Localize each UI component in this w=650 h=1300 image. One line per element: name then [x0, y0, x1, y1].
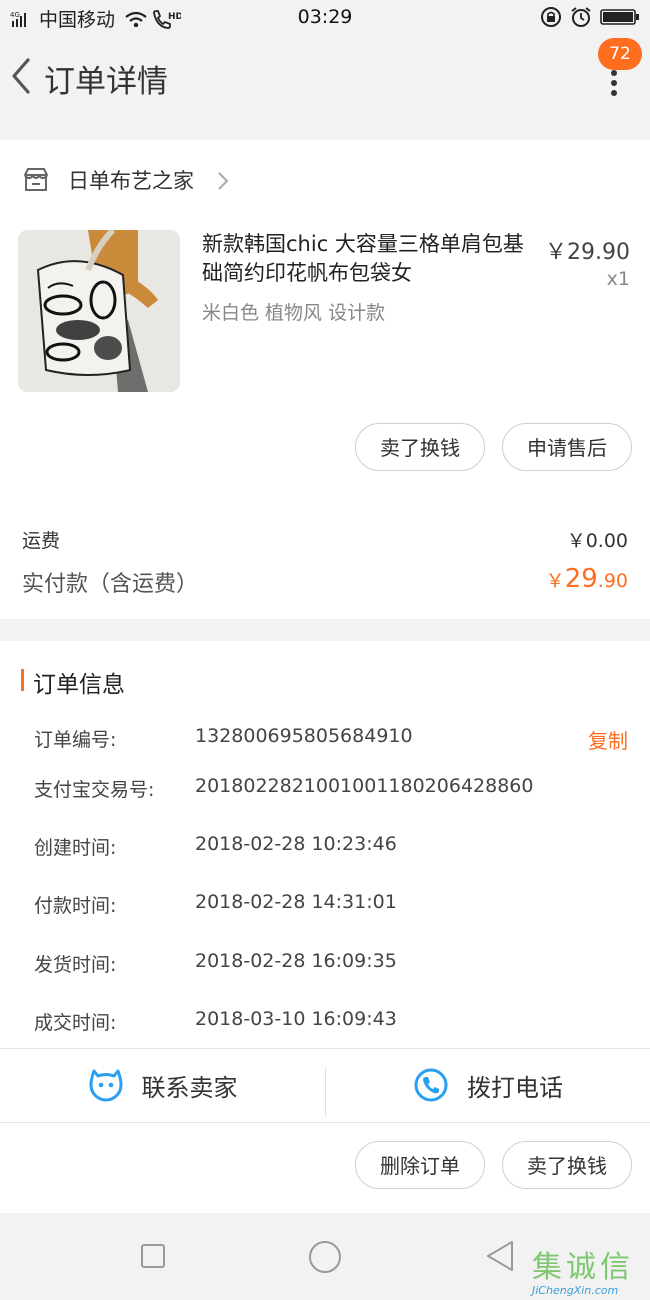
order-number-label: 订单编号: [34, 729, 117, 751]
shop-icon [24, 168, 48, 191]
top-nav-bar: 订单详情 72 [0, 36, 650, 140]
contact-seller-button[interactable]: 联系卖家 [0, 1048, 325, 1122]
contact-seller-label: 联系卖家 [141, 1073, 238, 1102]
created-time-label: 创建时间: [34, 837, 117, 859]
section-title: 订单信息 [33, 672, 125, 698]
created-time-value: 2018-02-28 10:23:46 [195, 833, 397, 855]
shipped-time-label: 发货时间: [34, 954, 117, 976]
completed-time-value: 2018-03-10 16:09:43 [195, 1008, 397, 1030]
section-accent-bar [21, 669, 24, 691]
paid-currency: ￥ [545, 570, 565, 592]
more-icon[interactable] [608, 68, 620, 98]
product-price: ￥29.90 [545, 240, 630, 265]
product-image[interactable] [18, 230, 180, 392]
watermark-logo-text: 集诚信 [532, 1250, 634, 1285]
watermark: 集诚信 JiChengXin.com [532, 1248, 644, 1297]
call-button[interactable]: 拨打电话 [326, 1048, 650, 1122]
paid-amount-label: 实付款（含运费） [22, 572, 199, 597]
back-nav-icon[interactable] [484, 1239, 516, 1273]
battery-icon [600, 9, 639, 25]
sell-for-cash-button[interactable]: 卖了换钱 [355, 423, 485, 471]
page-title: 订单详情 [44, 64, 168, 100]
paid-amount-value: ￥29.90 [546, 564, 628, 594]
shipping-value: ￥0.00 [566, 530, 628, 552]
shop-name[interactable]: 日单布艺之家 [68, 165, 194, 195]
paid-decimal: .90 [597, 570, 628, 592]
status-icons [540, 6, 640, 28]
status-bar: 4G 中国移动 HD 03:29 [0, 0, 650, 36]
delete-order-button[interactable]: 删除订单 [355, 1141, 485, 1189]
notification-badge: 72 [598, 38, 642, 70]
phone-icon [414, 1068, 448, 1102]
alipay-number-label: 支付宝交易号: [34, 779, 155, 801]
sell-for-cash-button-bottom[interactable]: 卖了换钱 [502, 1141, 632, 1189]
product-sku: 米白色 植物风 设计款 [202, 302, 386, 324]
divider [0, 1122, 650, 1123]
paid-time-value: 2018-02-28 14:31:01 [195, 891, 397, 913]
shipped-time-value: 2018-02-28 16:09:35 [195, 950, 397, 972]
lock-rotation-icon [541, 7, 561, 27]
shipping-label: 运费 [22, 530, 61, 552]
copy-button[interactable]: 复制 [588, 725, 628, 754]
order-info-card: 订单信息 订单编号: 132800695805684910 复制 支付宝交易号:… [0, 641, 650, 1213]
product-quantity: x1 [606, 268, 630, 290]
product-title[interactable]: 新款韩国chic 大容量三格单肩包基础简约印花帆布包袋女 [202, 230, 540, 288]
call-label: 拨打电话 [467, 1073, 563, 1102]
chat-face-icon [89, 1069, 122, 1102]
watermark-url: JiChengXin.com [532, 1284, 619, 1297]
alarm-icon [571, 7, 591, 27]
order-number-value: 132800695805684910 [195, 725, 413, 747]
paid-time-label: 付款时间: [34, 895, 117, 917]
after-sale-button[interactable]: 申请售后 [502, 423, 632, 471]
alipay-number-value: 2018022821001001180206428860 [195, 775, 534, 797]
square-nav-icon[interactable] [140, 1243, 166, 1269]
completed-time-label: 成交时间: [34, 1012, 117, 1034]
chevron-right-icon[interactable] [216, 170, 230, 192]
paid-integer: 29 [564, 564, 598, 594]
circle-nav-icon[interactable] [308, 1240, 342, 1274]
back-icon[interactable] [4, 54, 38, 98]
order-product-card: 日单布艺之家 新款韩国chic 大容量三格单肩包基础简约印花帆布包袋女 ￥29.… [0, 140, 650, 619]
